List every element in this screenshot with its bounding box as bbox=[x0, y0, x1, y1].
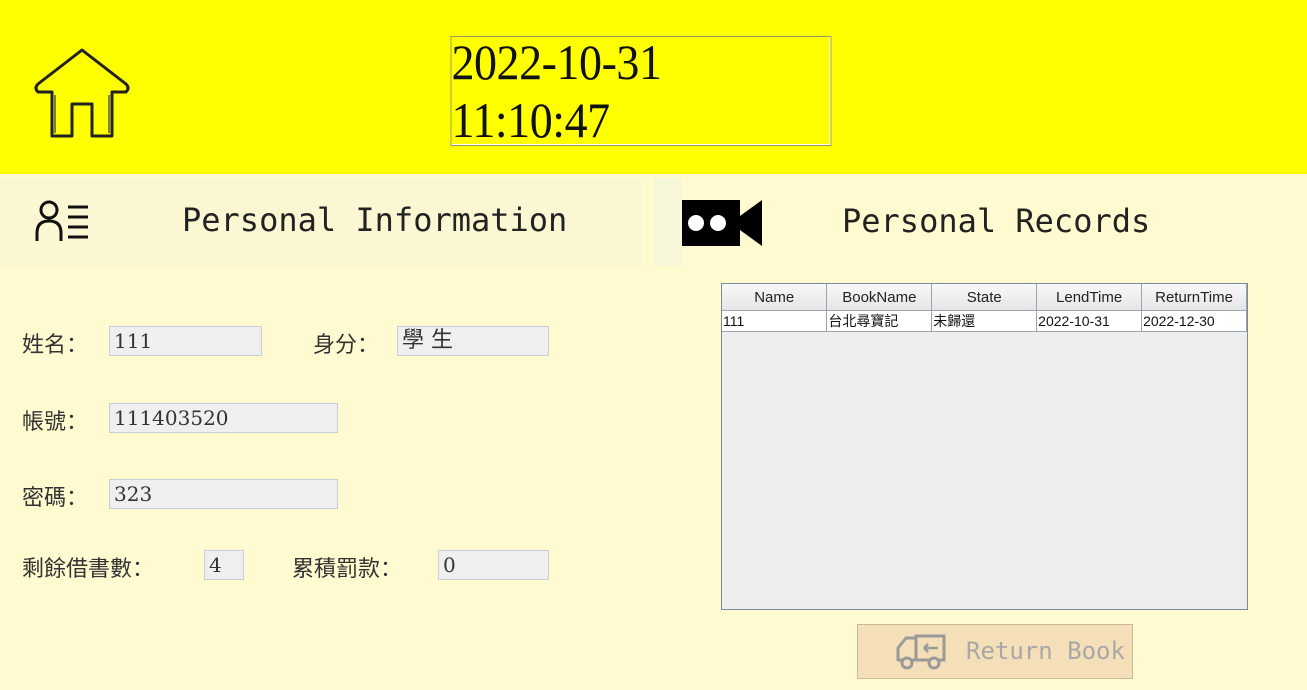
table-header-row: Name BookName State LendTime ReturnTime bbox=[722, 284, 1247, 311]
home-icon[interactable] bbox=[30, 44, 134, 140]
video-camera-icon bbox=[682, 198, 762, 252]
account-field[interactable]: 111403520 bbox=[109, 403, 338, 433]
column-header-bookname[interactable]: BookName bbox=[826, 284, 933, 311]
fine-label: 累積罰款： bbox=[292, 557, 403, 582]
fine-field[interactable]: 0 bbox=[438, 550, 549, 580]
identity-field[interactable]: 學 生 bbox=[397, 326, 549, 356]
password-field[interactable]: 323 bbox=[109, 479, 338, 509]
name-field[interactable]: 111 bbox=[109, 326, 262, 356]
name-label: 姓名： bbox=[22, 333, 89, 358]
header-bar: 2022-10-31 11:10:47 bbox=[0, 0, 1307, 174]
datetime-display: 2022-10-31 11:10:47 bbox=[450, 34, 832, 148]
records-header-strip bbox=[654, 178, 682, 266]
cell-lendtime: 2022-10-31 bbox=[1036, 310, 1143, 332]
cell-returntime: 2022-12-30 bbox=[1141, 310, 1247, 332]
remaining-books-field[interactable]: 4 bbox=[204, 550, 244, 580]
column-header-state[interactable]: State bbox=[931, 284, 1038, 311]
column-header-lendtime[interactable]: LendTime bbox=[1036, 284, 1143, 311]
identity-label: 身分： bbox=[313, 333, 380, 358]
return-book-button[interactable]: Return Book bbox=[857, 624, 1133, 679]
personal-info-title: Personal Information bbox=[182, 201, 568, 239]
account-label: 帳號： bbox=[22, 410, 89, 435]
table-row[interactable]: 111 台北尋寶記 未歸還 2022-10-31 2022-12-30 bbox=[722, 310, 1247, 332]
column-header-returntime[interactable]: ReturnTime bbox=[1141, 284, 1247, 311]
remaining-books-label: 剩餘借書數： bbox=[22, 557, 155, 582]
cell-name: 111 bbox=[722, 310, 828, 332]
return-truck-icon bbox=[896, 634, 948, 674]
return-book-label: Return Book bbox=[966, 637, 1125, 665]
personal-records-title: Personal Records bbox=[842, 202, 1151, 240]
cell-state: 未歸還 bbox=[931, 310, 1038, 332]
profile-list-icon bbox=[34, 199, 92, 247]
password-label: 密碼： bbox=[22, 486, 89, 511]
records-table: Name BookName State LendTime ReturnTime … bbox=[721, 283, 1248, 610]
cell-bookname: 台北尋寶記 bbox=[826, 310, 933, 332]
column-header-name[interactable]: Name bbox=[722, 284, 828, 311]
